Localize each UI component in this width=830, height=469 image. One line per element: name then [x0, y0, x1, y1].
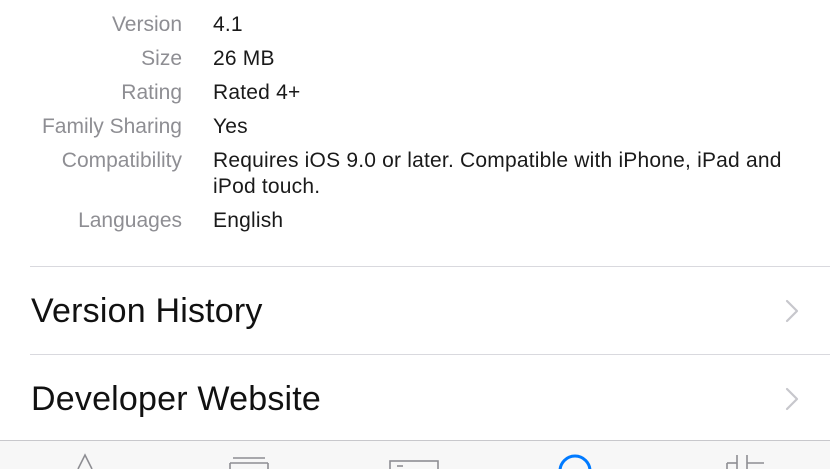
- info-label-version: Version: [111, 13, 182, 36]
- info-label-languages: Languages: [78, 209, 182, 232]
- divider: [30, 354, 830, 355]
- info-value-family-sharing: Yes: [213, 115, 248, 138]
- info-value-size: 26 MB: [213, 47, 275, 70]
- divider: [30, 266, 830, 267]
- info-label-size: Size: [141, 47, 182, 70]
- info-value-languages: English: [213, 209, 284, 232]
- chevron-right-icon: [785, 299, 799, 323]
- info-label-compatibility: Compatibility: [61, 149, 182, 172]
- info-label-rating: Rating: [121, 81, 182, 104]
- developer-website-row[interactable]: Developer Website: [0, 356, 830, 442]
- featured-icon[interactable]: [70, 451, 100, 469]
- info-value-compatibility: Requires iOS 9.0 or later. Compatible wi…: [213, 149, 782, 198]
- version-history-label: Version History: [31, 292, 263, 330]
- top-charts-icon[interactable]: [229, 451, 269, 469]
- explore-icon[interactable]: [389, 451, 439, 469]
- info-value-rating: Rated 4+: [213, 81, 301, 104]
- tab-bar: [0, 440, 830, 469]
- version-history-row[interactable]: Version History: [0, 268, 830, 354]
- info-value-version: 4.1: [213, 13, 243, 36]
- info-label-family-sharing: Family Sharing: [41, 115, 182, 138]
- search-icon[interactable]: [555, 451, 595, 469]
- developer-website-label: Developer Website: [31, 380, 322, 418]
- chevron-right-icon: [785, 387, 799, 411]
- updates-icon[interactable]: [722, 451, 768, 469]
